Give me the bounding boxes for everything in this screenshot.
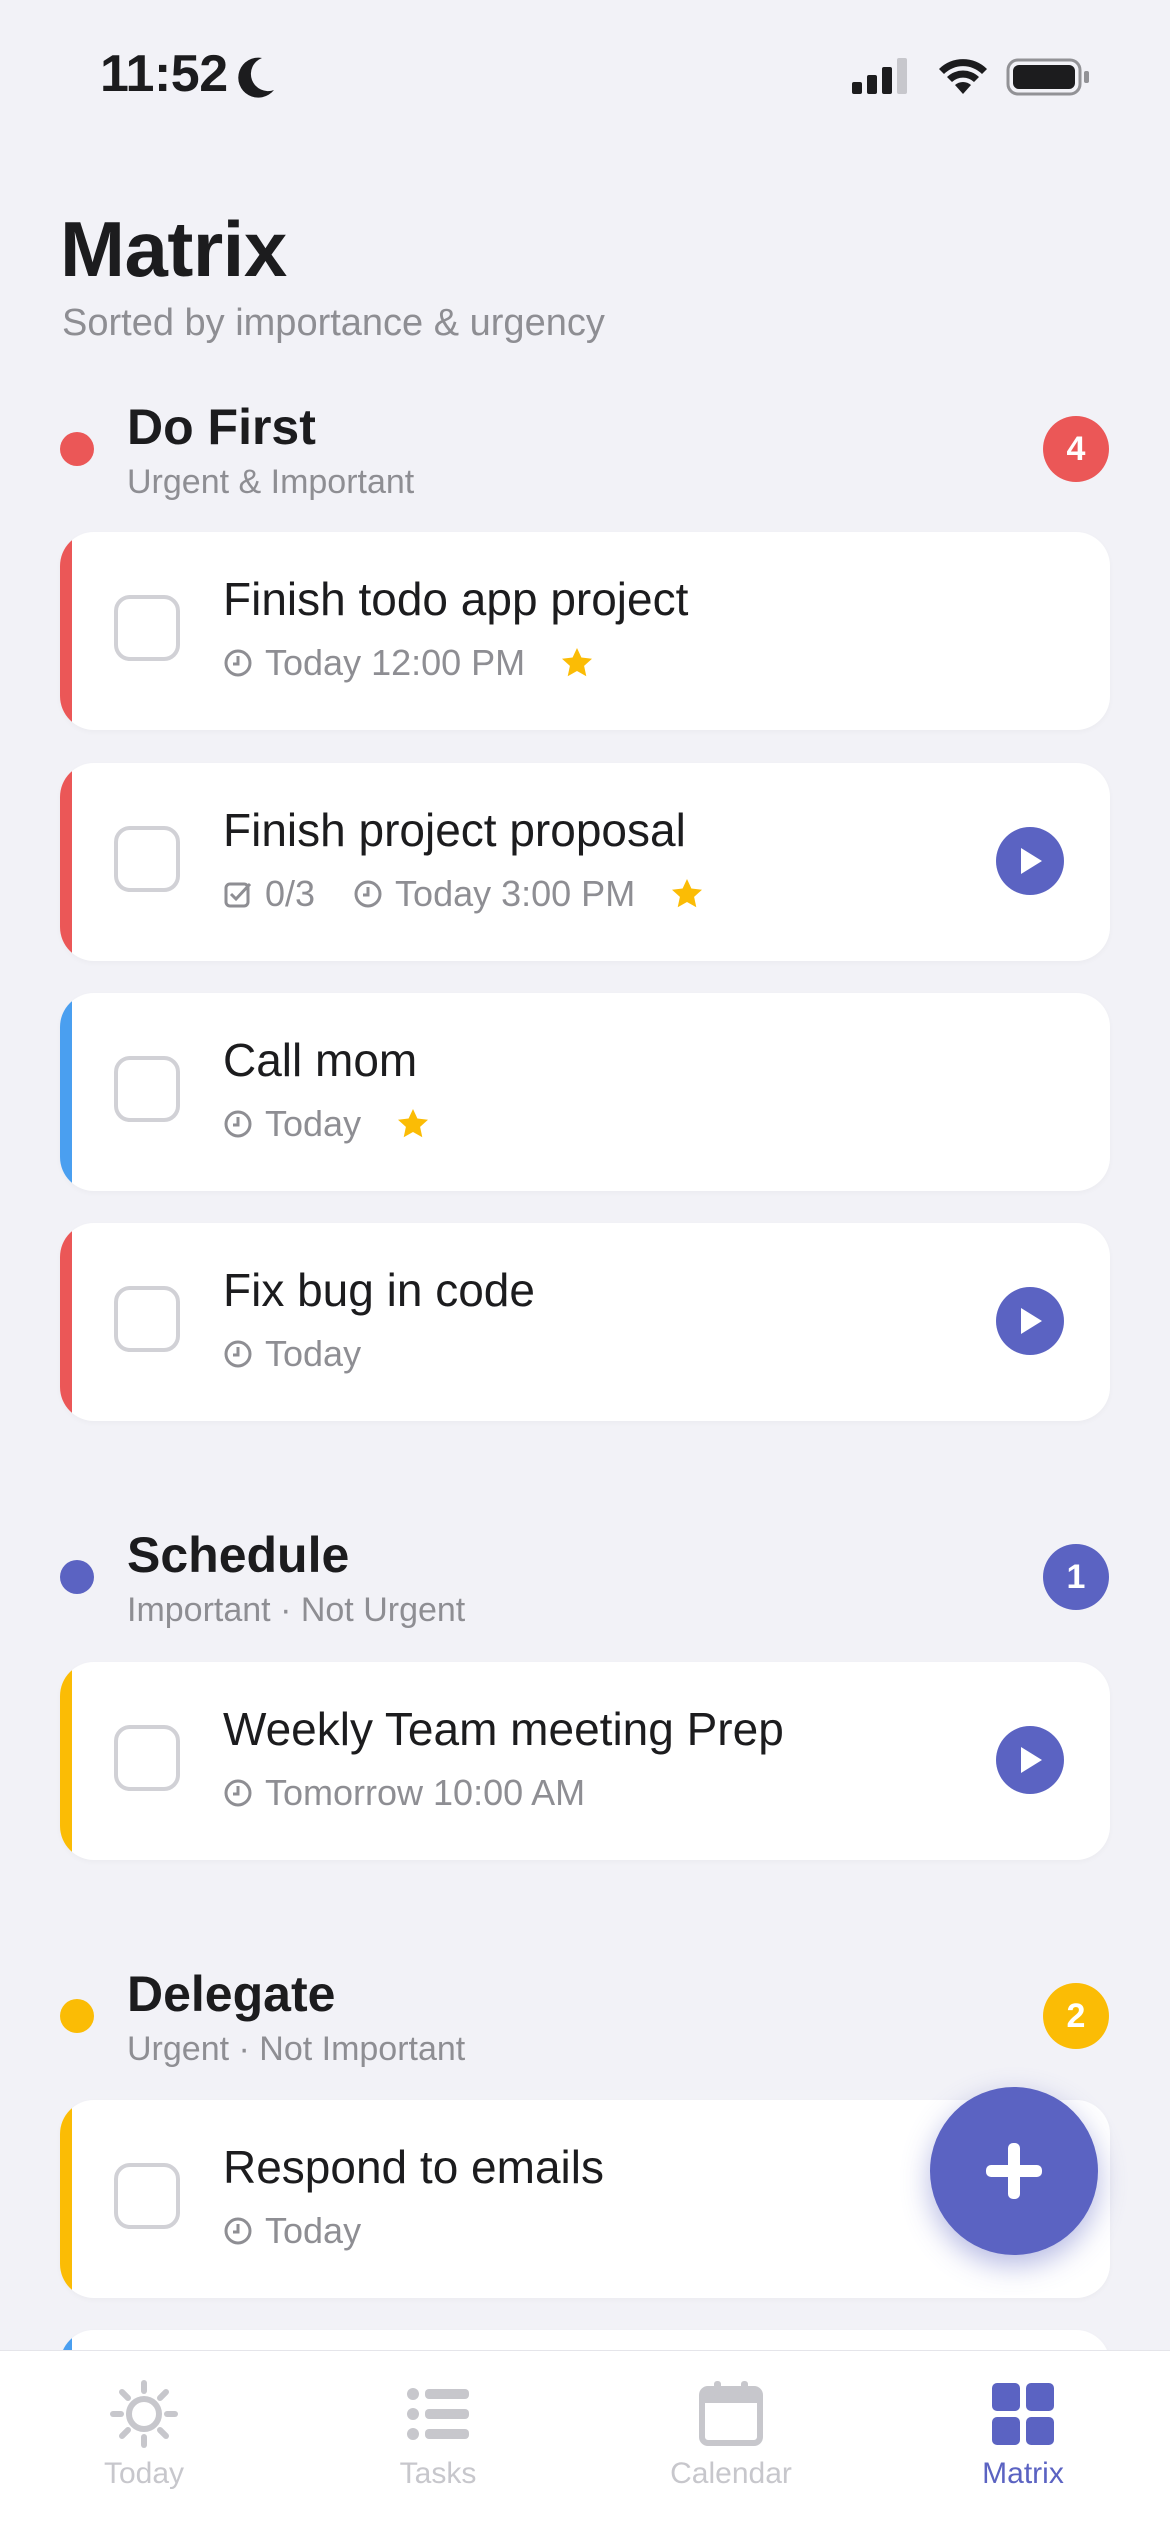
play-button[interactable] [996, 1726, 1064, 1794]
page-subtitle: Sorted by importance & urgency [62, 302, 605, 344]
clock-icon [224, 649, 252, 677]
priority-bar [60, 2100, 72, 2298]
tab-label: Matrix [982, 2457, 1064, 2490]
task-card[interactable]: Finish todo app project Today 12:00 PM [60, 532, 1110, 730]
task-title: Fix bug in code [223, 1264, 535, 1316]
clock-icon [224, 2217, 252, 2245]
task-card[interactable]: Weekly Team meeting Prep Tomorrow 10:00 … [60, 1662, 1110, 1860]
clock-icon [354, 880, 382, 908]
priority-bar [60, 1223, 72, 1421]
task-card[interactable]: Fix bug in code Today [60, 1223, 1110, 1421]
task-title: Finish project proposal [223, 804, 686, 856]
tab-calendar[interactable]: Calendar [641, 2379, 821, 2491]
section-count-badge: 2 [1043, 1983, 1109, 2049]
clock-icon [224, 1340, 252, 1368]
task-meta: Today [223, 1103, 431, 1145]
section-dot [60, 1999, 94, 2033]
list-icon [407, 2388, 469, 2440]
play-icon [1021, 1747, 1042, 1773]
play-icon [1021, 848, 1042, 874]
section-subtitle: Urgent · Not Important [127, 2030, 466, 2068]
task-due: Today 12:00 PM [265, 642, 526, 683]
section-count-badge: 4 [1043, 416, 1109, 482]
star-icon [398, 1109, 429, 1138]
status-bar: 11:52 [0, 0, 1170, 150]
tab-tasks[interactable]: Tasks [348, 2379, 528, 2491]
task-checkbox[interactable] [114, 2163, 180, 2229]
clock-icon [224, 1779, 252, 1807]
play-icon [1021, 1308, 1042, 1334]
calendar-icon [699, 2381, 763, 2446]
section-dot [60, 432, 94, 466]
cellular-signal-icon [852, 58, 912, 99]
task-meta: 0/3 Today 3:00 PM [223, 873, 705, 915]
task-card[interactable]: Finish project proposal 0/3 Today 3:00 P… [60, 763, 1110, 961]
priority-bar [60, 1662, 72, 1860]
add-task-button[interactable] [930, 2087, 1098, 2255]
task-checkbox[interactable] [114, 1286, 180, 1352]
clock-icon [224, 1110, 252, 1138]
priority-bar [60, 532, 72, 730]
task-card[interactable]: Call mom Today [60, 993, 1110, 1191]
task-meta: Today 12:00 PM [223, 642, 595, 684]
status-time: 11:52 [100, 45, 228, 103]
sun-icon [110, 2380, 178, 2448]
page-title: Matrix [60, 205, 287, 293]
section-subtitle: Urgent & Important [127, 463, 415, 501]
task-checkbox[interactable] [114, 595, 180, 661]
moon-icon [236, 56, 276, 105]
checklist-icon [224, 882, 252, 908]
task-checkbox[interactable] [114, 826, 180, 892]
tab-label: Tasks [399, 2457, 477, 2490]
section-count-badge: 1 [1043, 1544, 1109, 1610]
section-title: Delegate [127, 1966, 336, 2022]
task-meta: Today [223, 1333, 399, 1375]
play-button[interactable] [996, 827, 1064, 895]
task-checkbox[interactable] [114, 1725, 180, 1791]
task-due: Tomorrow 10:00 AM [265, 1772, 586, 1813]
priority-bar [60, 993, 72, 1191]
task-title: Respond to emails [223, 2141, 604, 2193]
tab-label: Calendar [670, 2457, 792, 2490]
tab-matrix[interactable]: Matrix [933, 2379, 1113, 2491]
task-subtasks: 0/3 [265, 873, 316, 914]
task-due: Today [265, 1103, 362, 1144]
priority-bar [60, 763, 72, 961]
tab-today[interactable]: Today [54, 2379, 234, 2491]
play-button[interactable] [996, 1287, 1064, 1355]
task-due: Today [265, 1333, 362, 1374]
task-title: Finish todo app project [223, 573, 689, 625]
task-meta: Today [223, 2210, 399, 2252]
task-due: Today [265, 2210, 362, 2251]
wifi-icon [936, 56, 990, 101]
section-title: Do First [127, 399, 316, 455]
tab-bar: Today Tasks Calendar Matrix [0, 2350, 1170, 2533]
battery-icon [1006, 58, 1092, 101]
task-due: Today 3:00 PM [395, 873, 636, 914]
plus-icon [986, 2143, 1042, 2199]
task-meta: Tomorrow 10:00 AM [223, 1772, 623, 1814]
task-checkbox[interactable] [114, 1056, 180, 1122]
section-subtitle: Important · Not Urgent [127, 1591, 466, 1629]
grid-icon [992, 2383, 1054, 2445]
task-title: Weekly Team meeting Prep [223, 1703, 784, 1755]
section-title: Schedule [127, 1527, 350, 1583]
star-icon [672, 879, 703, 908]
section-dot [60, 1560, 94, 1594]
task-title: Call mom [223, 1034, 418, 1086]
star-icon [562, 648, 593, 677]
tab-label: Today [103, 2457, 185, 2490]
